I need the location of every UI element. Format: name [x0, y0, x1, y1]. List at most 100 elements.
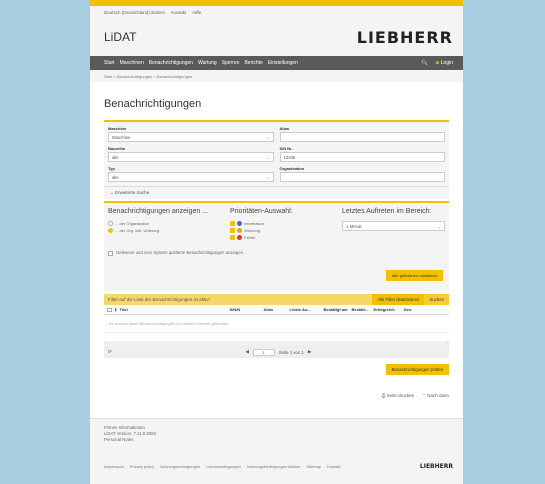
login-label: Login	[440, 60, 453, 66]
page-title: Benachrichtigungen	[104, 98, 202, 110]
radio-org-unterorg[interactable]: ... der Org. inkl. Unterorg.	[108, 228, 226, 233]
col-bestaetigt-am[interactable]: Bestätigt am	[321, 307, 349, 312]
footer-link-impressum[interactable]: Impressum	[104, 464, 124, 469]
checkbox-icon	[230, 235, 235, 240]
app-name[interactable]: LiDAT	[104, 30, 136, 44]
contact-link[interactable]: Kontakt	[171, 10, 186, 15]
nav-benachrichtigungen[interactable]: Benachrichtigungen	[149, 60, 193, 66]
last-occurrence-select[interactable]: 1 Monat ⌄	[342, 221, 445, 231]
checkbox-icon	[108, 251, 113, 256]
col-erfolgreich[interactable]: Erfolgreich	[371, 307, 401, 312]
radio-organisation[interactable]: ... der Organisation	[108, 221, 226, 226]
radio-icon	[108, 221, 113, 226]
page-info: Seite 1 von 1	[278, 349, 304, 355]
prio-warnung[interactable]: Warnung	[230, 228, 338, 233]
checkbox-icon	[230, 228, 235, 233]
scroll-left-icon: ‹	[105, 341, 107, 345]
footer: Firmen Informationen LiDAT Version: 7.11…	[90, 418, 463, 484]
org-input[interactable]	[279, 172, 445, 182]
prio-information[interactable]: Information	[230, 221, 338, 226]
footer-brand-logo[interactable]: LIEBHERR	[420, 463, 453, 470]
nav-maschinen[interactable]: Maschinen	[120, 60, 144, 66]
last-title: Letztes Auftreten im Bereich:	[342, 208, 432, 215]
scroll-right-icon: ›	[446, 341, 448, 345]
print-link[interactable]: ⎙ Seite drucken	[382, 393, 414, 399]
footer-link-marine[interactable]: Nutzungsbedingungen Marine	[247, 464, 300, 469]
typ-label: Typ	[108, 166, 115, 171]
top-link[interactable]: ⌃ Nach oben	[422, 393, 449, 399]
info-icon	[237, 221, 242, 226]
browser-page: Deutsch (Deutschland) ändern Kontakt Hil…	[90, 0, 463, 484]
empty-message: Es wurden keine Benachrichtigungen mit d…	[104, 315, 449, 333]
sn-label: S/N Nr.	[279, 146, 293, 151]
chevron-down-icon: ⌄	[266, 134, 270, 140]
alias-input[interactable]	[279, 132, 445, 142]
col-ges[interactable]: Ges.	[401, 307, 413, 312]
page-actions: ⎙ Seite drucken ⌃ Nach oben	[104, 393, 449, 399]
prev-page-icon[interactable]: ◀	[245, 349, 248, 355]
nav-sperren[interactable]: Sperren	[222, 60, 240, 66]
search-icon[interactable]: 🔍︎	[421, 60, 427, 66]
footer-notes[interactable]: Personal Notes	[104, 437, 449, 443]
mark-all-read-button[interactable]: Alle gelesenen markieren	[385, 270, 443, 281]
next-page-icon[interactable]: ▶	[308, 349, 311, 355]
chevron-down-icon: ⌄	[266, 154, 270, 160]
filter-active-bar: Filter auf die Liste der Benachrichtigun…	[104, 294, 449, 305]
filter-panel: Maschine Maschine ⌄ Alias Baureihe alle ⌄ …	[104, 120, 449, 199]
nav-berichte[interactable]: Berichte	[244, 60, 262, 66]
filter-active-text: Filter auf die Liste der Benachrichtigun…	[108, 297, 210, 302]
reset-filters-button[interactable]: Alle Filter deaktivieren	[372, 294, 425, 305]
header: LiDAT LIEBHERR	[90, 18, 463, 56]
warning-icon	[237, 228, 242, 233]
options-panel: Benachrichtigungen anzeigen ... ... der …	[104, 201, 449, 291]
prio-fehler[interactable]: Fehler	[230, 235, 338, 240]
language-link[interactable]: Deutsch (Deutschland) ändern	[104, 10, 165, 15]
nav-einstellungen[interactable]: Einstellungen	[268, 60, 298, 66]
typ-select[interactable]: alle ⌄	[108, 172, 274, 182]
maschine-label: Maschine	[108, 126, 127, 131]
brand-logo[interactable]: LIEBHERR	[357, 28, 453, 47]
extended-search-toggle[interactable]: ⌄ Erweiterte Suche	[104, 186, 449, 199]
baureihe-label: Baureihe	[108, 146, 126, 151]
error-icon	[237, 235, 242, 240]
footer-link-sitemap[interactable]: Sitemap	[306, 464, 321, 469]
main-nav: Start Maschinen Benachrichtigungen Wartu…	[90, 56, 463, 70]
alias-label: Alias	[279, 126, 290, 131]
col-titel[interactable]: Titel	[117, 307, 227, 312]
footer-link-privacy[interactable]: Privacy policy	[130, 464, 154, 469]
refresh-icon[interactable]: ⟳	[108, 349, 112, 355]
include-read-checkbox[interactable]: Gelesene und vom System quittierte Benac…	[108, 250, 445, 256]
baureihe-select[interactable]: alle ⌄	[108, 152, 274, 162]
show-title: Benachrichtigungen anzeigen ...	[108, 208, 209, 215]
top-links: Deutsch (Deutschland) ändern Kontakt Hil…	[90, 6, 463, 18]
org-label: Organisation	[279, 166, 305, 171]
col-alias[interactable]: Alias	[261, 307, 287, 312]
pager: ⟳ ◀ 1 Seite 1 von 1 ▶	[104, 346, 449, 358]
login-button[interactable]: ■ Login	[436, 60, 453, 66]
nav-wartung[interactable]: Wartung	[198, 60, 217, 66]
nav-start[interactable]: Start	[104, 60, 115, 66]
checkbox-icon	[230, 221, 235, 226]
check-notifications-button[interactable]: Benachrichtigungen prüfen	[385, 364, 449, 375]
maschine-select[interactable]: Maschine ⌄	[108, 132, 274, 142]
col-sn[interactable]: S/N/N	[227, 307, 261, 312]
footer-link-lizenz[interactable]: Lizenzbedingungen	[206, 464, 241, 469]
chevron-down-icon: ⌄	[266, 174, 270, 180]
prio-title: Prioritäten-Auswahl:	[230, 208, 293, 215]
table-header: ℹ Titel S/N/N Alias Letzte Au... Bestäti…	[104, 305, 449, 315]
page-input[interactable]: 1	[252, 348, 275, 356]
select-all-checkbox[interactable]	[104, 307, 112, 313]
help-link[interactable]: Hilfe	[192, 10, 201, 15]
user-icon: ■	[435, 60, 439, 66]
footer-link-nutzung[interactable]: Nutzungsbedingungen	[160, 464, 200, 469]
col-letzte[interactable]: Letzte Au...	[287, 307, 321, 312]
chevron-down-icon: ⌄	[437, 223, 441, 229]
print-icon: ⎙	[381, 393, 386, 398]
breadcrumb: Start > Benachrichtigungen > Benachricht…	[90, 70, 463, 82]
arrow-up-icon: ⌃	[422, 393, 426, 398]
radio-selected-icon	[108, 228, 113, 233]
sn-input[interactable]: 12345	[279, 152, 445, 162]
search-button[interactable]: Suchen	[424, 294, 449, 305]
footer-link-kontakt[interactable]: Kontakt	[327, 464, 341, 469]
col-bestaetigt[interactable]: Bestäti...	[349, 307, 371, 312]
